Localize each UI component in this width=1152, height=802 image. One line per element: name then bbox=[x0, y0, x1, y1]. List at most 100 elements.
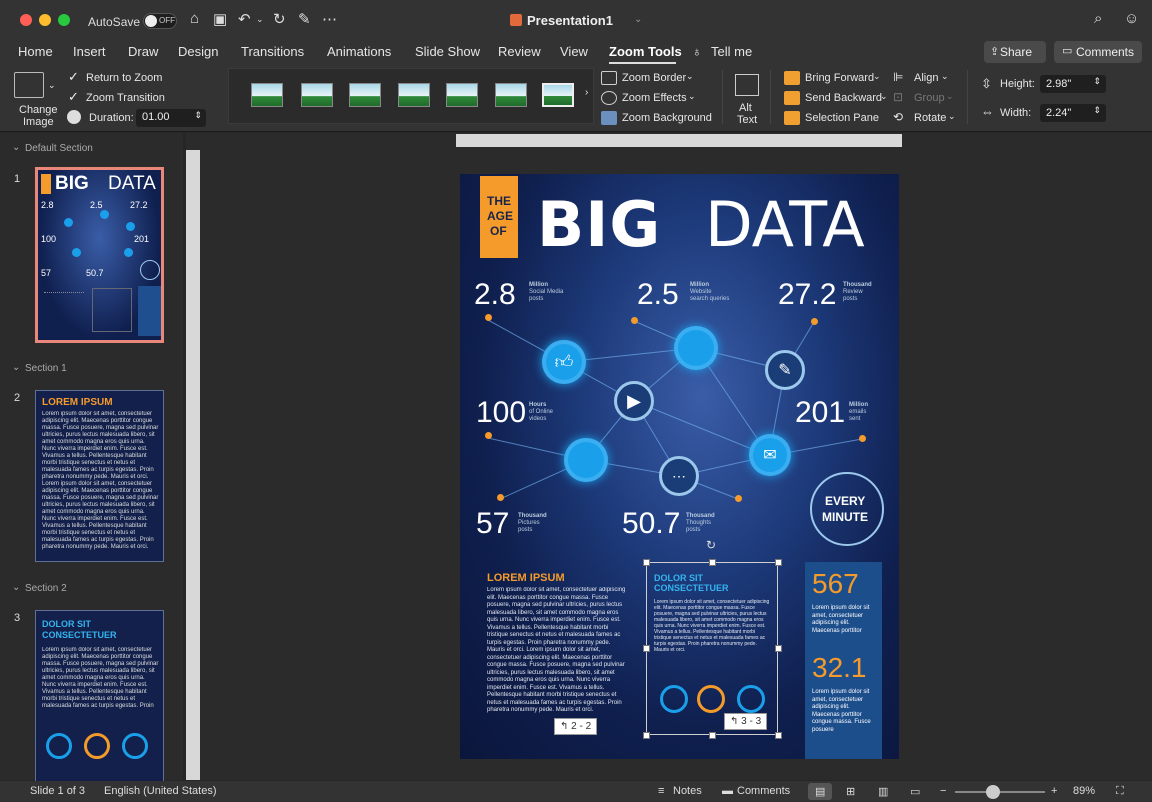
alt-text-label-2[interactable]: Text bbox=[737, 114, 757, 126]
group-button[interactable]: Group bbox=[914, 92, 945, 104]
section-2[interactable]: Section 2 bbox=[25, 583, 67, 594]
zoom-tag-3[interactable]: ↰ 3 - 3 bbox=[724, 713, 768, 730]
checkmark-icon[interactable]: ✓ bbox=[68, 89, 79, 105]
zoom-style-4[interactable] bbox=[398, 83, 430, 107]
slide-zoom-selection[interactable]: DOLOR SIT CONSECTETUER Lorem ipsum dolor… bbox=[646, 562, 778, 735]
zoom-slider-track[interactable] bbox=[955, 791, 1045, 793]
return-to-zoom-checkbox[interactable]: Return to Zoom bbox=[86, 72, 162, 84]
stepper-icon[interactable]: ⇕ bbox=[194, 110, 202, 121]
chevron-down-icon[interactable]: ⌄ bbox=[873, 71, 881, 82]
tab-design[interactable]: Design bbox=[178, 44, 218, 59]
redo-icon[interactable]: ↻ bbox=[273, 10, 286, 28]
save-icon[interactable]: ▣ bbox=[213, 10, 227, 28]
slide-thumbnail-1[interactable]: BIG DATA 2.8 2.5 27.2 100 201 57 50.7 bbox=[35, 167, 164, 343]
reading-view-icon[interactable]: ▥ bbox=[878, 785, 888, 798]
change-image-icon[interactable] bbox=[14, 72, 44, 98]
stepper-icon[interactable]: ⇕ bbox=[1093, 105, 1101, 116]
height-input[interactable]: 2.98" ⇕ bbox=[1040, 75, 1106, 93]
section-default[interactable]: Default Section bbox=[25, 143, 93, 154]
zoom-style-1[interactable] bbox=[251, 83, 283, 107]
zoom-out-icon[interactable]: − bbox=[940, 785, 946, 797]
tab-insert[interactable]: Insert bbox=[73, 44, 106, 59]
slide-sorter-icon[interactable]: ⊞ bbox=[846, 785, 855, 798]
selection-pane-button[interactable]: Selection Pane bbox=[805, 112, 879, 124]
resize-handle[interactable] bbox=[775, 732, 782, 739]
chevron-down-icon[interactable]: ⌄ bbox=[948, 111, 956, 122]
title-chevron-icon[interactable]: ⌄ bbox=[634, 14, 642, 25]
zoom-style-3[interactable] bbox=[349, 83, 381, 107]
customize-icon[interactable]: ✎ bbox=[298, 10, 311, 28]
checkmark-icon[interactable]: ✓ bbox=[68, 69, 79, 85]
change-image-dropdown-icon[interactable]: ⌄ bbox=[48, 80, 56, 91]
chevron-down-icon[interactable]: ⌄ bbox=[880, 91, 888, 102]
maximize-window-button[interactable] bbox=[58, 14, 70, 26]
resize-handle[interactable] bbox=[709, 559, 716, 566]
alt-text-label-1[interactable]: Alt bbox=[739, 102, 752, 114]
tab-home[interactable]: Home bbox=[18, 44, 53, 59]
close-window-button[interactable] bbox=[20, 14, 32, 26]
align-button[interactable]: Align bbox=[914, 72, 938, 84]
rotate-button[interactable]: Rotate bbox=[914, 112, 946, 124]
zoom-transition-checkbox[interactable]: Zoom Transition bbox=[86, 92, 165, 104]
zoom-style-7[interactable] bbox=[542, 83, 574, 107]
section-chevron-icon[interactable]: ⌄ bbox=[12, 142, 20, 153]
fit-to-window-icon[interactable]: ⛶ bbox=[1116, 785, 1124, 798]
tab-view[interactable]: View bbox=[560, 44, 588, 59]
tab-review[interactable]: Review bbox=[498, 44, 541, 59]
resize-handle[interactable] bbox=[775, 559, 782, 566]
home-icon[interactable]: ⌂ bbox=[190, 10, 199, 27]
chevron-down-icon[interactable]: ⌄ bbox=[941, 71, 949, 82]
zoom-in-icon[interactable]: + bbox=[1051, 785, 1057, 797]
more-icon[interactable]: ⋯ bbox=[322, 10, 337, 28]
comments-button[interactable]: ▭ Comments bbox=[1054, 41, 1142, 63]
rotate-handle-icon[interactable]: ↻ bbox=[706, 538, 716, 552]
zoom-level[interactable]: 89% bbox=[1073, 785, 1095, 797]
change-image-label-2[interactable]: Image bbox=[23, 116, 54, 128]
zoom-slider-thumb[interactable] bbox=[986, 785, 1000, 799]
tab-zoom-tools[interactable]: Zoom Tools bbox=[609, 44, 682, 59]
resize-handle[interactable] bbox=[643, 732, 650, 739]
tab-animations[interactable]: Animations bbox=[327, 44, 391, 59]
zoom-effects-button[interactable]: Zoom Effects bbox=[622, 92, 687, 104]
width-input[interactable]: 2.24" ⇕ bbox=[1040, 104, 1106, 122]
resize-handle[interactable] bbox=[709, 732, 716, 739]
tab-transitions[interactable]: Transitions bbox=[241, 44, 304, 59]
search-icon[interactable]: ⌕ bbox=[1094, 10, 1102, 27]
chevron-down-icon[interactable]: ⌄ bbox=[946, 91, 954, 102]
zoom-background-button[interactable]: Zoom Background bbox=[622, 112, 712, 124]
zoom-style-2[interactable] bbox=[301, 83, 333, 107]
slide-thumbnail-3[interactable]: DOLOR SIT CONSECTETUER Lorem ipsum dolor… bbox=[35, 610, 164, 782]
smiley-feedback-icon[interactable]: ☺ bbox=[1124, 10, 1139, 27]
duration-input[interactable]: 01.00 ⇕ bbox=[136, 109, 206, 127]
zoom-tag-2[interactable]: ↰ 2 - 2 bbox=[554, 718, 598, 735]
vertical-ruler[interactable] bbox=[186, 150, 200, 780]
autosave-toggle[interactable]: OFF bbox=[143, 13, 177, 29]
section-chevron-icon[interactable]: ⌄ bbox=[12, 582, 20, 593]
resize-handle[interactable] bbox=[775, 645, 782, 652]
document-title[interactable]: Presentation1 bbox=[527, 13, 613, 28]
language-indicator[interactable]: English (United States) bbox=[104, 785, 217, 797]
alt-text-icon[interactable] bbox=[735, 74, 759, 96]
share-button[interactable]: ⇪ Share bbox=[984, 41, 1046, 63]
tab-tell-me[interactable]: Tell me bbox=[711, 44, 752, 59]
resize-handle[interactable] bbox=[643, 559, 650, 566]
notes-button[interactable]: Notes bbox=[673, 785, 702, 797]
chevron-down-icon[interactable]: ⌄ bbox=[686, 71, 694, 82]
horizontal-ruler[interactable] bbox=[456, 134, 902, 147]
comments-status-button[interactable]: Comments bbox=[737, 785, 790, 797]
undo-icon[interactable]: ↶ bbox=[238, 10, 251, 28]
slide-thumbnail-2[interactable]: LOREM IPSUM Lorem ipsum dolor sit amet, … bbox=[35, 390, 164, 562]
minimize-window-button[interactable] bbox=[39, 14, 51, 26]
resize-handle[interactable] bbox=[643, 645, 650, 652]
stepper-icon[interactable]: ⇕ bbox=[1093, 76, 1101, 87]
gallery-more-icon[interactable]: › bbox=[585, 87, 588, 98]
zoom-style-6[interactable] bbox=[495, 83, 527, 107]
send-backward-button[interactable]: Send Backward bbox=[805, 92, 882, 104]
undo-dropdown-icon[interactable]: ⌄ bbox=[256, 14, 264, 25]
tab-slide-show[interactable]: Slide Show bbox=[415, 44, 480, 59]
section-chevron-icon[interactable]: ⌄ bbox=[12, 362, 20, 373]
section-1[interactable]: Section 1 bbox=[25, 363, 67, 374]
zoom-style-5[interactable] bbox=[446, 83, 478, 107]
tab-draw[interactable]: Draw bbox=[128, 44, 158, 59]
slideshow-icon[interactable]: ▭ bbox=[910, 785, 920, 798]
